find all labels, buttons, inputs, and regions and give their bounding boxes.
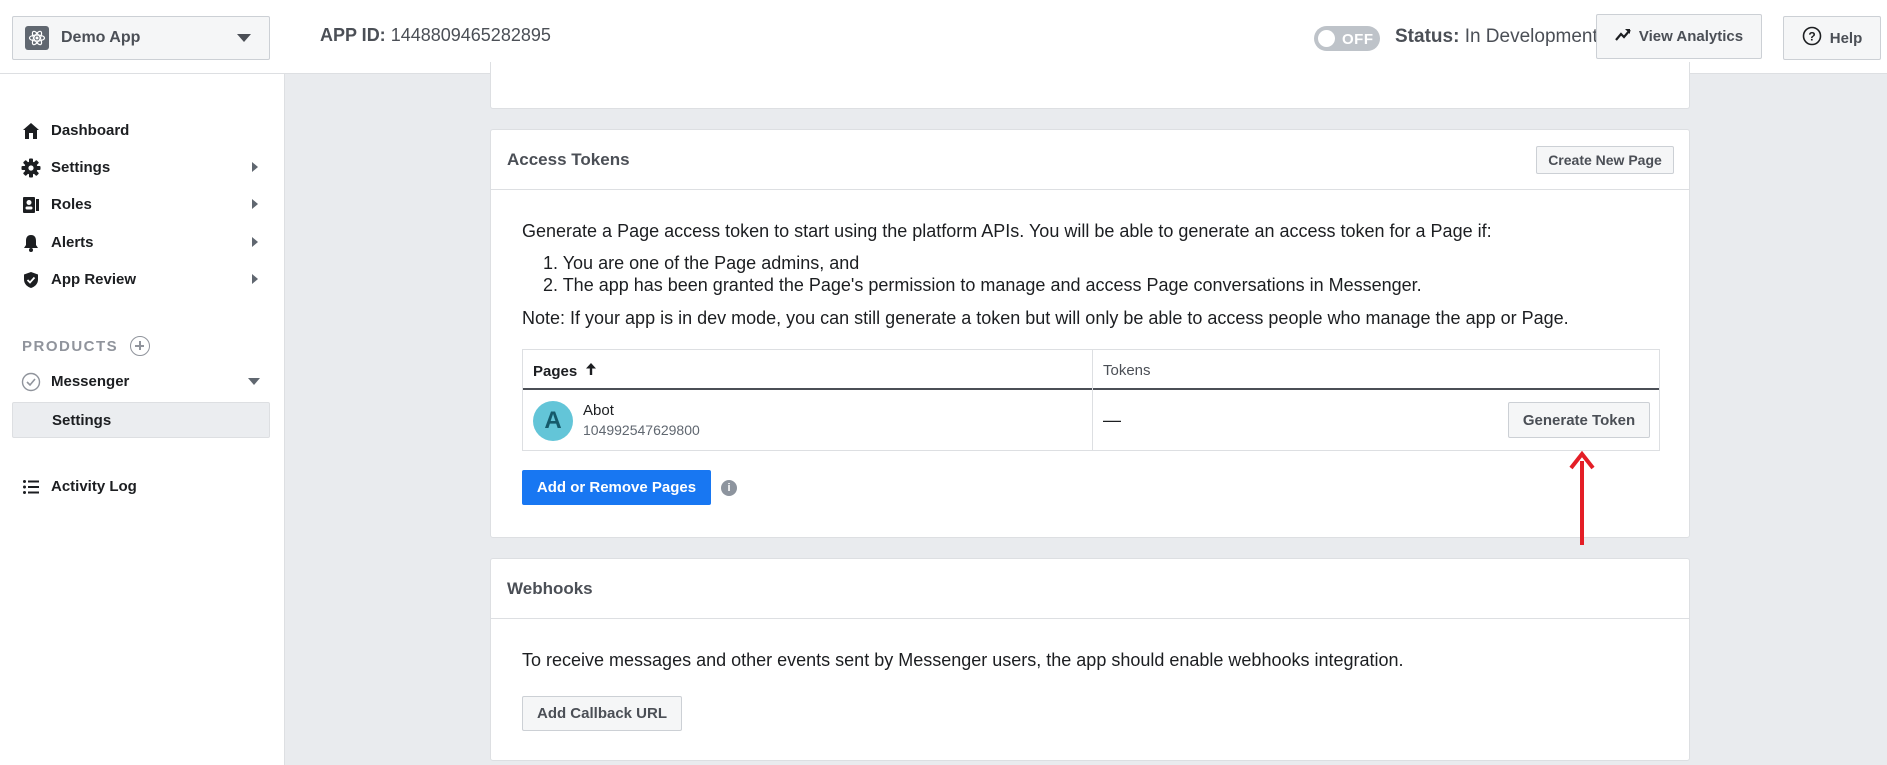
app-id-label: APP ID: <box>320 25 386 45</box>
webhooks-panel: Webhooks To receive messages and other e… <box>490 558 1690 761</box>
chevron-right-icon <box>252 199 258 209</box>
svg-text:?: ? <box>1808 30 1815 44</box>
access-tokens-intro: Generate a Page access token to start us… <box>522 221 1492 241</box>
page-name: Abot <box>583 402 614 419</box>
sidebar: Dashboard Settings Roles Alerts App Revi… <box>0 74 285 765</box>
panel-title: Webhooks <box>507 579 593 598</box>
sidebar-item-label: Settings <box>51 158 111 176</box>
sidebar-item-label: Messenger <box>51 372 130 390</box>
products-header: PRODUCTS <box>22 336 151 356</box>
sidebar-item-label: Alerts <box>51 233 94 251</box>
access-tokens-panel: Access Tokens Create New Page Generate a… <box>490 129 1690 538</box>
check-circle-icon <box>21 372 41 392</box>
gear-icon <box>21 158 41 178</box>
trend-up-icon <box>1615 28 1631 46</box>
react-atom-icon <box>25 26 49 50</box>
list-item: 2. The app has been granted the Page's p… <box>543 275 1422 295</box>
sidebar-item-roles[interactable]: Roles <box>0 186 285 222</box>
app-status: Status: In Development <box>1395 26 1598 48</box>
avatar: A <box>533 401 573 441</box>
sort-arrow-up-icon <box>585 362 597 380</box>
page-id: 104992547629800 <box>583 422 700 438</box>
help-button[interactable]: ? Help <box>1783 16 1881 60</box>
bell-icon <box>21 233 41 253</box>
info-icon[interactable]: i <box>721 480 737 496</box>
sidebar-item-label: Roles <box>51 195 92 213</box>
add-product-icon[interactable] <box>130 336 151 356</box>
token-value: — <box>1103 410 1121 430</box>
app-switcher[interactable]: Demo App <box>12 16 270 60</box>
webhooks-description: To receive messages and other events sen… <box>522 650 1404 670</box>
pages-table: Pages Tokens A Abot 104992547629800 — Ge… <box>522 349 1660 451</box>
create-new-page-button[interactable]: Create New Page <box>1536 146 1674 174</box>
products-label: PRODUCTS <box>22 337 119 355</box>
panel-header: Webhooks <box>491 559 1689 619</box>
sidebar-item-alerts[interactable]: Alerts <box>0 224 285 260</box>
app-name: Demo App <box>61 29 141 46</box>
sidebar-item-activity-log[interactable]: Activity Log <box>0 468 285 504</box>
add-or-remove-pages-button[interactable]: Add or Remove Pages <box>522 470 711 505</box>
sidebar-item-messenger[interactable]: Messenger <box>0 363 285 399</box>
status-label: Status: <box>1395 26 1460 47</box>
chevron-right-icon <box>252 274 258 284</box>
annotation-arrow-icon <box>1569 451 1595 545</box>
sidebar-item-label: App Review <box>51 270 137 288</box>
home-icon <box>21 121 41 141</box>
panel-header: Access Tokens Create New Page <box>491 130 1689 190</box>
panel-title: Access Tokens <box>507 150 630 169</box>
app-id-value: 1448809465282895 <box>390 25 551 45</box>
view-analytics-label: View Analytics <box>1638 28 1744 45</box>
sidebar-item-label: Activity Log <box>51 477 137 495</box>
toggle-knob <box>1318 30 1335 47</box>
table-header: Pages Tokens <box>523 350 1659 390</box>
column-header-label: Pages <box>533 362 578 380</box>
sidebar-item-app-review[interactable]: App Review <box>0 261 285 297</box>
shield-icon <box>21 270 41 290</box>
sidebar-item-messenger-settings[interactable]: Settings <box>12 402 270 438</box>
question-circle-icon: ? <box>1802 26 1822 50</box>
caret-down-icon <box>237 34 251 42</box>
sidebar-item-label: Dashboard <box>51 121 130 139</box>
app-id: APP ID: 1448809465282895 <box>320 25 551 46</box>
add-callback-url-button[interactable]: Add Callback URL <box>522 696 682 731</box>
dev-mode-note: Note: If your app is in dev mode, you ca… <box>522 308 1569 328</box>
list-icon <box>21 477 41 497</box>
conditions-list: 1. You are one of the Page admins, and 2… <box>543 252 1422 296</box>
live-mode-toggle[interactable]: OFF <box>1314 26 1380 51</box>
previous-panel <box>490 62 1690 109</box>
column-header-tokens: Tokens <box>1103 362 1151 379</box>
status-value: In Development <box>1464 26 1598 47</box>
column-divider <box>1092 350 1093 450</box>
toggle-label: OFF <box>1342 31 1374 48</box>
chevron-right-icon <box>252 162 258 172</box>
chevron-right-icon <box>252 237 258 247</box>
sidebar-item-dashboard[interactable]: Dashboard <box>0 112 285 148</box>
chevron-down-icon <box>248 378 260 385</box>
help-label: Help <box>1829 29 1863 47</box>
roles-icon <box>21 195 41 215</box>
list-item: 1. You are one of the Page admins, and <box>543 253 860 273</box>
sidebar-item-settings[interactable]: Settings <box>0 149 285 185</box>
view-analytics-button[interactable]: View Analytics <box>1596 14 1762 59</box>
column-header-pages[interactable]: Pages <box>533 362 597 380</box>
generate-token-button[interactable]: Generate Token <box>1508 402 1650 438</box>
sidebar-item-label: Settings <box>52 411 112 429</box>
